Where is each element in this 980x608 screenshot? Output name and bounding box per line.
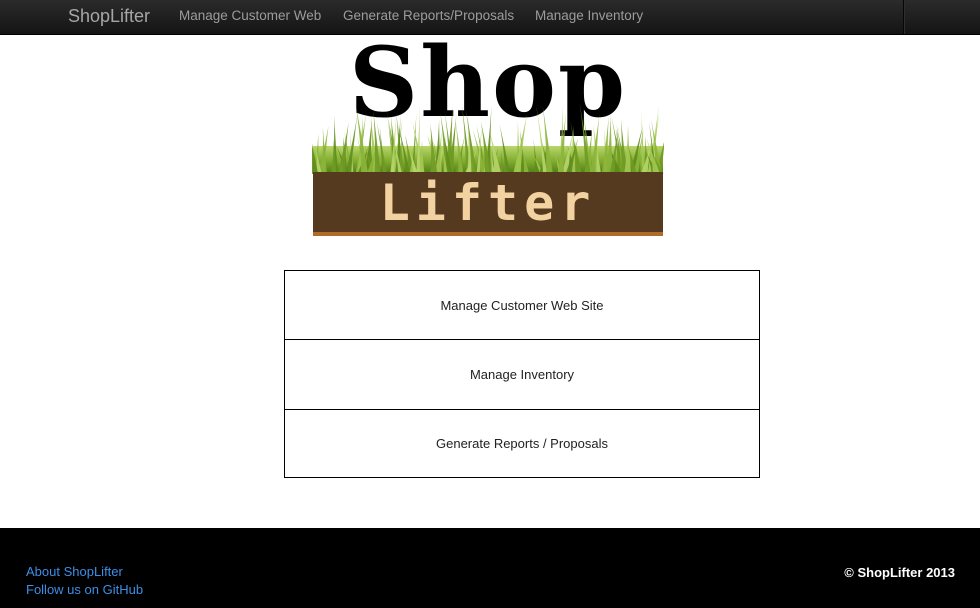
logo-shop-text: Shop (349, 34, 627, 139)
copyright-text: © ShopLifter 2013 (844, 565, 955, 580)
top-navbar: ShopLifter Manage Customer Web Generate … (0, 0, 980, 35)
manage-customer-web-site-button[interactable]: Manage Customer Web Site (284, 270, 760, 340)
brand-link[interactable]: ShopLifter (68, 0, 150, 34)
generate-reports-proposals-button[interactable]: Generate Reports / Proposals (284, 409, 760, 478)
page-footer: About ShopLifter Follow us on GitHub © S… (0, 528, 980, 608)
github-link[interactable]: Follow us on GitHub (26, 582, 143, 597)
nav-generate-reports[interactable]: Generate Reports/Proposals (343, 0, 514, 34)
about-shoplifter-link[interactable]: About ShopLifter (26, 564, 123, 579)
nav-manage-customer-web[interactable]: Manage Customer Web (179, 0, 321, 34)
nav-manage-inventory[interactable]: Manage Inventory (535, 0, 643, 34)
shoplifter-logo: Shop Lifter (312, 34, 664, 238)
logo-lifter-text: Lifter (380, 174, 597, 232)
manage-inventory-button[interactable]: Manage Inventory (284, 339, 760, 410)
navbar-divider (903, 0, 904, 34)
